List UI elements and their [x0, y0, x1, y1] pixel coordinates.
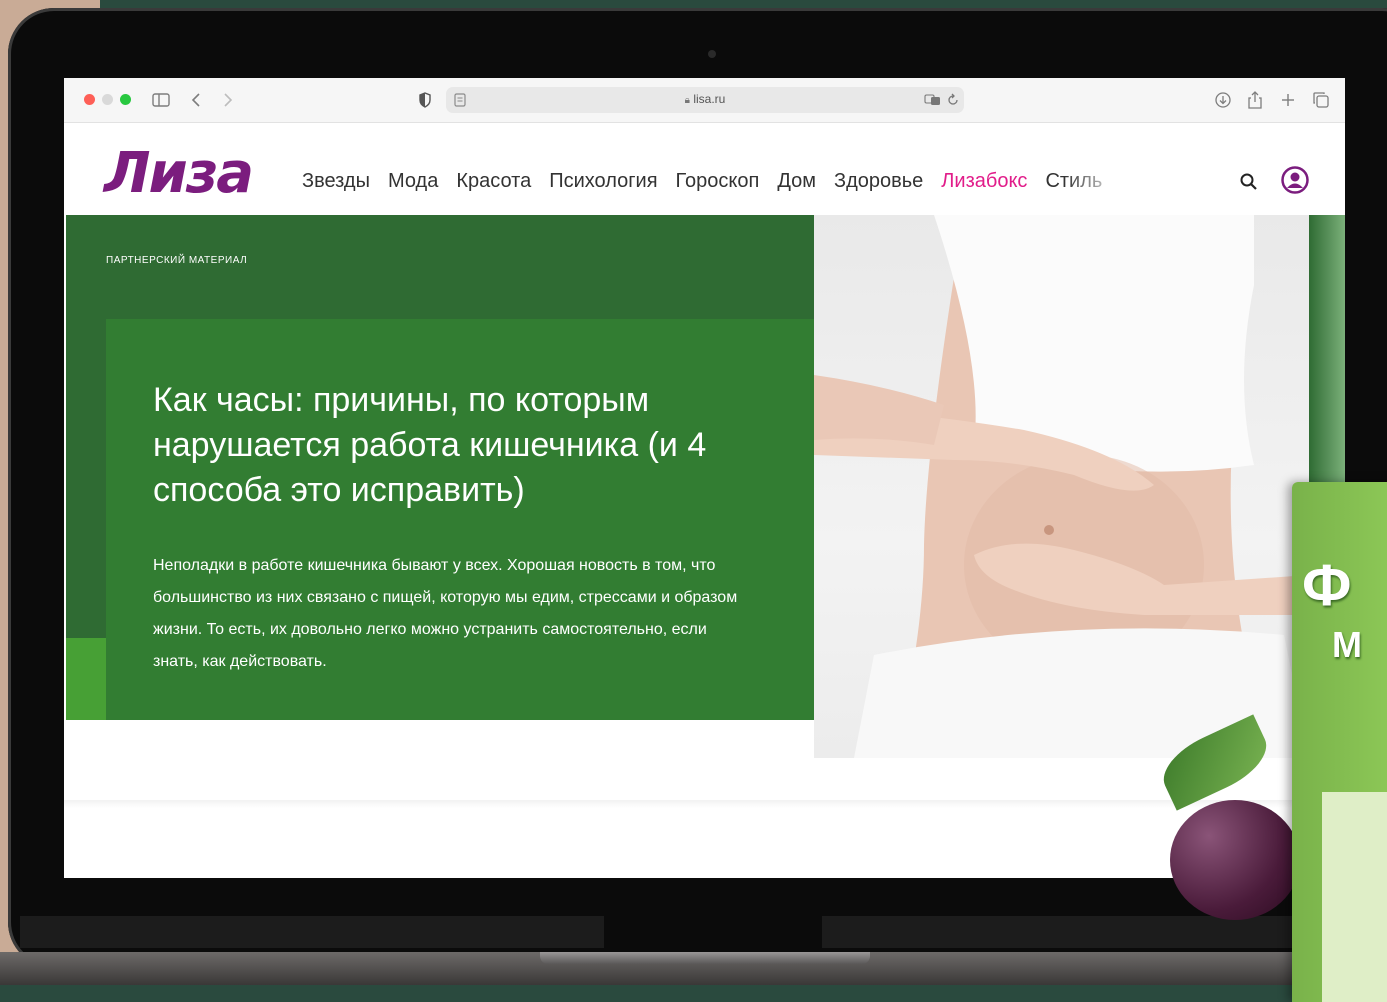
- lock-icon: 🔒︎: [684, 95, 690, 106]
- close-window-button[interactable]: [84, 94, 95, 105]
- sidebar-icon[interactable]: [152, 90, 170, 110]
- address-bar[interactable]: 🔒︎ lisa.ru: [446, 87, 964, 113]
- bezel-strip-left: [20, 916, 604, 948]
- share-icon[interactable]: [1247, 90, 1263, 110]
- site-header: Лиза Звезды Мода Красота Психология Гороскоп…: [64, 123, 1345, 215]
- translate-icon[interactable]: [924, 93, 942, 107]
- nav-item-psychology[interactable]: Психология: [549, 170, 657, 192]
- chevron-left-icon[interactable]: [190, 90, 202, 110]
- nav-item-horoscope[interactable]: Гороскоп: [676, 170, 760, 192]
- partner-label: ПАРТНЕРСКИЙ МАТЕРИАЛ: [106, 255, 248, 266]
- user-icon[interactable]: [1281, 166, 1309, 194]
- zoom-window-button[interactable]: [120, 94, 131, 105]
- browser-window: 🔒︎ lisa.ru Лиза Звезды Мода Красота Псих…: [64, 78, 1345, 878]
- hero-photo: [814, 215, 1309, 758]
- search-icon[interactable]: [1239, 172, 1259, 192]
- product-brand-letter: Ф: [1302, 553, 1352, 618]
- nav-item-stars[interactable]: Звезды: [302, 170, 370, 192]
- content-divider: [64, 800, 1345, 808]
- nav-fade: [1064, 163, 1124, 199]
- browser-toolbar: 🔒︎ lisa.ru: [64, 78, 1345, 123]
- download-icon[interactable]: [1214, 90, 1232, 110]
- minimize-window-button[interactable]: [102, 94, 113, 105]
- chevron-right-icon[interactable]: [222, 90, 234, 110]
- plus-icon[interactable]: [1280, 90, 1296, 110]
- camera: [708, 50, 716, 58]
- product-label-panel: [1322, 792, 1387, 1002]
- reload-icon[interactable]: [946, 93, 960, 107]
- url-text: lisa.ru: [693, 92, 726, 106]
- laptop-notch: [540, 952, 870, 964]
- plum-illustration: [1170, 800, 1300, 920]
- hero-accent: [66, 638, 106, 720]
- product-sub-letter: М: [1332, 624, 1362, 665]
- nav-item-lizabox[interactable]: Лизабокс: [941, 170, 1027, 192]
- main-nav: Звезды Мода Красота Психология Гороскоп Дом Зд…: [302, 170, 1102, 193]
- nav-item-beauty[interactable]: Красота: [456, 170, 531, 192]
- nav-item-home[interactable]: Дом: [777, 170, 816, 192]
- bezel-strip-right: [822, 916, 1302, 948]
- nav-item-health[interactable]: Здоровье: [834, 170, 923, 192]
- article-headline[interactable]: Как часы: причины, по которым нарушается…: [153, 378, 773, 513]
- woman-torso-illustration: [814, 215, 1309, 758]
- site-logo[interactable]: Лиза: [104, 141, 254, 206]
- article-lede: Неполадки в работе кишечника бывают у вс…: [153, 557, 738, 670]
- shield-icon[interactable]: [418, 90, 432, 110]
- nav-item-fashion[interactable]: Мода: [388, 170, 438, 192]
- product-box: Ф М: [1292, 482, 1387, 1002]
- url-display: 🔒︎ lisa.ru: [446, 92, 964, 106]
- tabs-icon[interactable]: [1312, 90, 1330, 110]
